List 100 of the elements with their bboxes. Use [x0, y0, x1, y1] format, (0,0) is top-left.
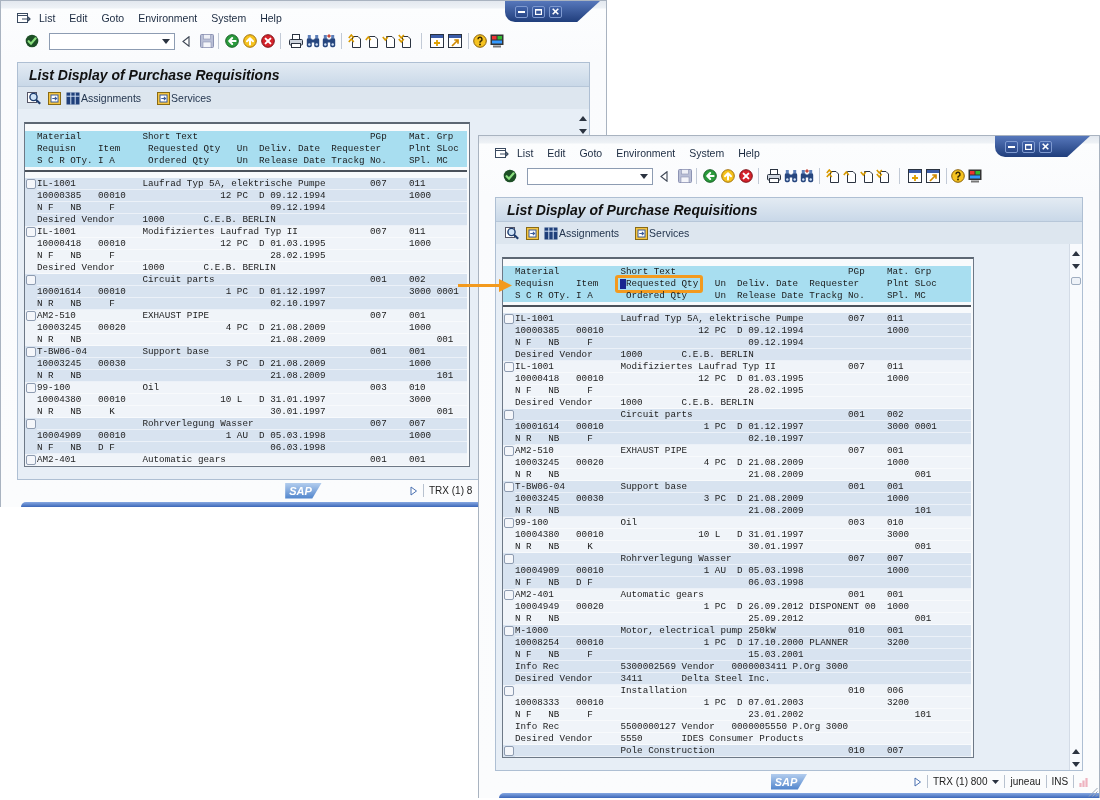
- cancel-icon[interactable]: [739, 169, 753, 183]
- checkmark-icon[interactable]: [25, 34, 39, 48]
- checkbox[interactable]: [504, 746, 514, 756]
- list-line: AM2-401 Automatic gears 001 001: [515, 589, 971, 601]
- last-page-icon[interactable]: [398, 34, 412, 48]
- toolbar-button[interactable]: Services: [635, 226, 690, 240]
- scrollbar[interactable]: [1069, 244, 1082, 770]
- maximize-button[interactable]: [1022, 140, 1035, 153]
- layout-icon[interactable]: [968, 169, 982, 183]
- help-icon[interactable]: [473, 34, 487, 48]
- triangle-left-icon[interactable]: [182, 35, 190, 47]
- menu-item[interactable]: Goto: [101, 11, 125, 24]
- previous-page-icon[interactable]: [843, 169, 857, 183]
- checkbox[interactable]: [26, 311, 36, 321]
- scroll-up-icon[interactable]: [578, 116, 587, 121]
- scroll-up-icon[interactable]: [1072, 251, 1080, 256]
- triangle-left-icon[interactable]: [660, 170, 668, 182]
- resize-grip-icon[interactable]: [1088, 787, 1098, 797]
- toolbar-button[interactable]: Assignments: [66, 91, 142, 105]
- checkbox[interactable]: [504, 686, 514, 696]
- menu-item[interactable]: List: [517, 146, 534, 159]
- minimize-button[interactable]: [1005, 140, 1018, 153]
- layout-icon[interactable]: [490, 34, 504, 48]
- minimize-button[interactable]: [515, 5, 528, 18]
- previous-page-icon[interactable]: [365, 34, 379, 48]
- new-window-icon[interactable]: [430, 34, 444, 48]
- caret-right-icon[interactable]: [914, 776, 922, 787]
- list-line: 10008254 00010 1 PC D 17.10.2000 PLANNER 3200: [515, 637, 971, 649]
- header-text: S C R OTy. I A Ordered Qty Un Release Date Trackg No. SPl. MC: [515, 290, 926, 302]
- scroll-down-icon[interactable]: [1072, 762, 1080, 767]
- last-page-icon[interactable]: [876, 169, 890, 183]
- checkbox[interactable]: [26, 419, 36, 429]
- checkbox[interactable]: [26, 275, 36, 285]
- arrow-box-icon[interactable]: [526, 226, 539, 240]
- binoculars-icon[interactable]: [306, 34, 320, 48]
- shortcut-icon[interactable]: [926, 169, 940, 183]
- magnifier-icon[interactable]: [27, 91, 41, 105]
- menu-item[interactable]: Goto: [579, 146, 603, 159]
- menu-item[interactable]: System: [689, 146, 725, 159]
- binoculars-plus-icon[interactable]: [800, 169, 814, 183]
- back-icon[interactable]: [225, 34, 239, 48]
- print-icon[interactable]: [767, 169, 781, 183]
- menu-item[interactable]: Help: [260, 11, 282, 24]
- command-field[interactable]: [49, 32, 175, 50]
- close-button[interactable]: [1039, 140, 1052, 153]
- toolbar-button[interactable]: Assignments: [544, 226, 620, 240]
- arrow-box-icon[interactable]: [48, 91, 61, 105]
- checkbox[interactable]: [504, 410, 514, 420]
- menu-item[interactable]: Environment: [616, 146, 676, 159]
- menu-item[interactable]: Environment: [138, 11, 198, 24]
- new-window-icon[interactable]: [908, 169, 922, 183]
- caret-down-icon[interactable]: [640, 173, 648, 179]
- command-field[interactable]: [527, 167, 653, 185]
- close-button[interactable]: [549, 5, 562, 18]
- checkbox[interactable]: [504, 446, 514, 456]
- checkbox[interactable]: [504, 554, 514, 564]
- cancel-icon[interactable]: [261, 34, 275, 48]
- help-icon[interactable]: [951, 169, 965, 183]
- list-line: 10001614 00010 1 PC D 01.12.1997 3000 0001: [515, 421, 971, 433]
- maximize-button[interactable]: [532, 5, 545, 18]
- checkbox[interactable]: [26, 383, 36, 393]
- menu-item[interactable]: Help: [738, 146, 760, 159]
- menu-item[interactable]: Edit: [69, 11, 88, 24]
- caret-down-icon[interactable]: [162, 38, 170, 44]
- checkbox[interactable]: [504, 314, 514, 324]
- magnifier-icon[interactable]: [505, 226, 519, 240]
- next-page-icon[interactable]: [382, 34, 396, 48]
- scroll-down-icon[interactable]: [1072, 264, 1080, 269]
- system-menu-icon[interactable]: [17, 11, 31, 24]
- scroll-up-icon[interactable]: [1072, 749, 1080, 754]
- checkmark-icon[interactable]: [503, 169, 517, 183]
- back-icon[interactable]: [703, 169, 717, 183]
- scrollbar-thumb[interactable]: [1071, 277, 1081, 285]
- list-line: 10004949 00020 1 PC D 26.09.2012 DISPONENT 00 1000: [515, 601, 971, 613]
- checkbox[interactable]: [504, 362, 514, 372]
- toolbar-button[interactable]: Services: [157, 91, 212, 105]
- next-page-icon[interactable]: [860, 169, 874, 183]
- shortcut-icon[interactable]: [448, 34, 462, 48]
- system-menu-icon[interactable]: [495, 146, 509, 159]
- checkbox[interactable]: [26, 455, 36, 465]
- checkbox[interactable]: [504, 590, 514, 600]
- first-page-icon[interactable]: [826, 169, 840, 183]
- menu-item[interactable]: System: [211, 11, 247, 24]
- pointer-arrow: [458, 279, 512, 292]
- menu-item[interactable]: Edit: [547, 146, 566, 159]
- caret-down-icon[interactable]: [992, 779, 1000, 784]
- checkbox[interactable]: [26, 227, 36, 237]
- list-line: 10003245 00030 3 PC D 21.08.2009 1000: [515, 493, 971, 505]
- menu-item[interactable]: List: [39, 11, 56, 24]
- binoculars-plus-icon[interactable]: [322, 34, 336, 48]
- checkbox[interactable]: [504, 626, 514, 636]
- caret-right-icon[interactable]: [410, 485, 418, 496]
- binoculars-icon[interactable]: [784, 169, 798, 183]
- checkbox[interactable]: [26, 179, 36, 189]
- page-title: List Display of Purchase Requisitions: [29, 66, 280, 83]
- first-page-icon[interactable]: [348, 34, 362, 48]
- checkbox[interactable]: [504, 518, 514, 528]
- print-icon[interactable]: [289, 34, 303, 48]
- checkbox[interactable]: [26, 347, 36, 357]
- checkbox[interactable]: [504, 482, 514, 492]
